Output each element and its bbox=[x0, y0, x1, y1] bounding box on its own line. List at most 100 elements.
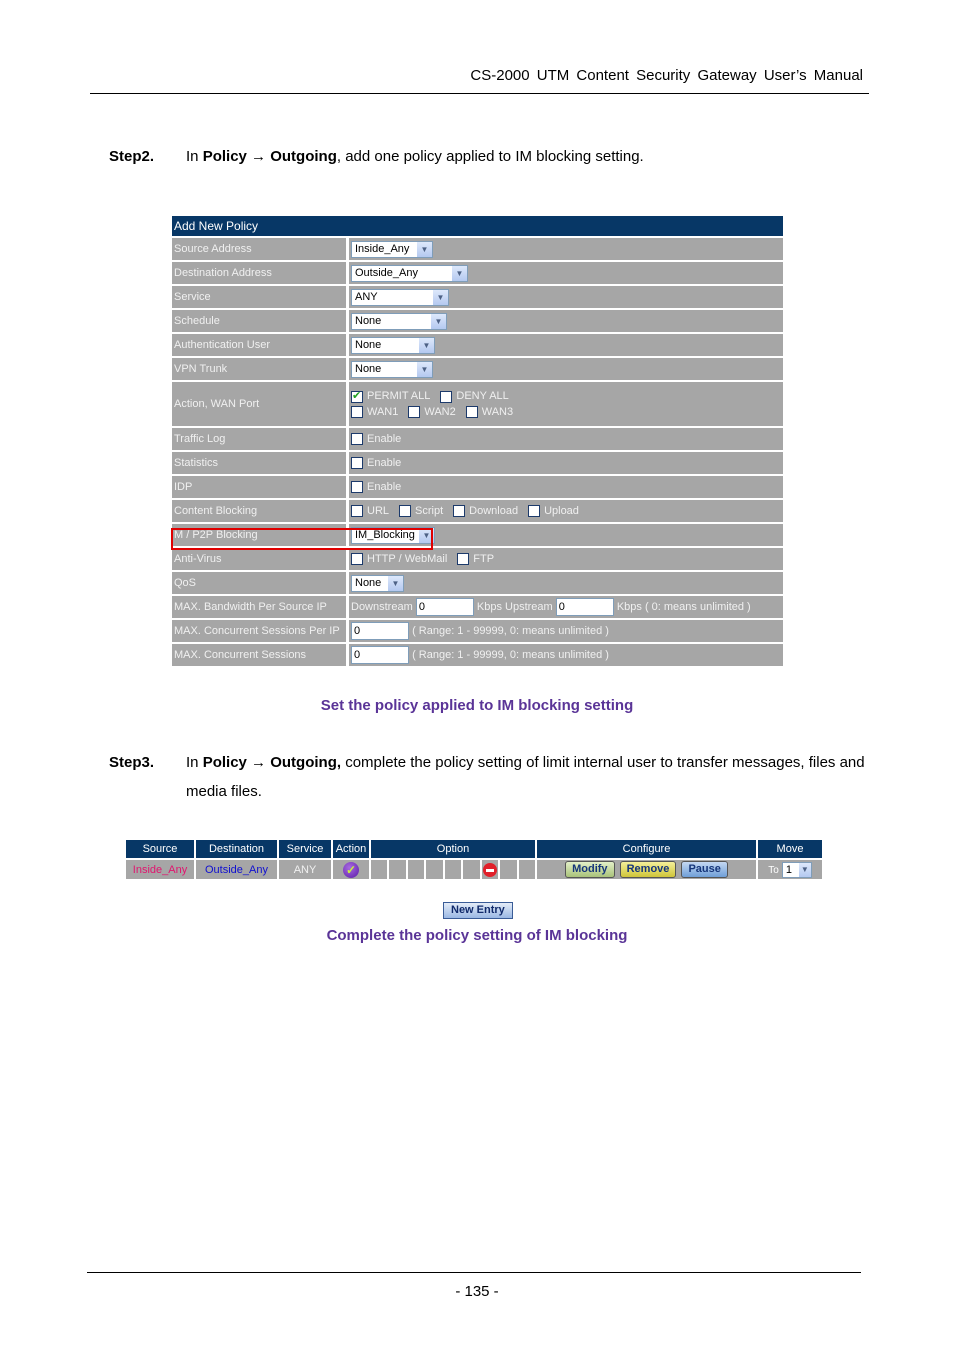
row-schedule: Schedule None ▼ bbox=[172, 310, 783, 332]
upload-checkbox[interactable] bbox=[528, 505, 541, 518]
label: Action, WAN Port bbox=[172, 382, 349, 426]
step3-path: Policy → Outgoing, bbox=[202, 754, 342, 771]
schedule-select[interactable]: None ▼ bbox=[351, 312, 447, 330]
label: Traffic Log bbox=[172, 428, 349, 450]
step2-path: Policy → Outgoing bbox=[202, 148, 337, 165]
wan1-checkbox[interactable] bbox=[351, 405, 363, 418]
script-checkbox[interactable] bbox=[399, 505, 412, 518]
step2-prefix: In bbox=[186, 148, 203, 165]
chevron-down-icon: ▼ bbox=[417, 361, 432, 377]
row-service: ANY bbox=[279, 860, 331, 879]
step2-text: In Policy → Outgoing, add one policy app… bbox=[186, 142, 866, 171]
auth-user-select[interactable]: None ▼ bbox=[351, 336, 435, 354]
modify-button[interactable]: Modify bbox=[565, 861, 615, 878]
deny-all-checkbox[interactable] bbox=[440, 390, 453, 403]
enable-label: Enable bbox=[367, 432, 402, 445]
label: Destination Address bbox=[172, 262, 349, 284]
select-value: Inside_Any bbox=[355, 243, 410, 255]
destination-address-select[interactable]: Outside_Any ▼ bbox=[351, 264, 468, 282]
service-select[interactable]: ANY ▼ bbox=[351, 288, 449, 306]
chevron-down-icon: ▼ bbox=[433, 289, 448, 305]
row-source-address: Source Address Inside_Any ▼ bbox=[172, 238, 783, 260]
downstream-input[interactable]: 0 bbox=[415, 598, 474, 616]
manual-title: CS-2000 UTM Content Security Gateway Use… bbox=[470, 67, 863, 84]
policy-list-table: Source Destination Service Action Option… bbox=[124, 838, 824, 881]
row-service: Service ANY ▼ bbox=[172, 286, 783, 308]
col-service: Service bbox=[279, 840, 331, 858]
select-value: Outside_Any bbox=[355, 267, 418, 279]
footer-divider bbox=[87, 1272, 861, 1273]
label: IDP bbox=[172, 476, 349, 498]
step3-text: In Policy → Outgoing, complete the polic… bbox=[186, 748, 866, 806]
step3-label: Step3. bbox=[109, 754, 155, 771]
wan2-checkbox[interactable] bbox=[408, 405, 421, 418]
row-idp: IDP Enable bbox=[172, 476, 783, 498]
http-webmail-checkbox[interactable] bbox=[351, 553, 363, 566]
figure-caption-1: Set the policy applied to IM blocking se… bbox=[320, 697, 634, 714]
url-label: URL bbox=[367, 504, 390, 517]
max-sessions-input[interactable]: 0 bbox=[351, 646, 409, 664]
select-value: None bbox=[355, 577, 382, 589]
qos-select[interactable]: None ▼ bbox=[351, 574, 404, 592]
select-value: ANY bbox=[355, 291, 378, 303]
url-checkbox[interactable] bbox=[351, 505, 363, 518]
row-option bbox=[371, 860, 535, 879]
page-number: - 135 - bbox=[455, 1283, 499, 1300]
downstream-label: Downstream bbox=[351, 600, 413, 613]
upload-label: Upload bbox=[544, 504, 579, 517]
row-configure: Modify Remove Pause bbox=[537, 860, 756, 879]
vpn-trunk-select[interactable]: None ▼ bbox=[351, 360, 433, 378]
add-new-policy-form: Add New Policy Source Address Inside_Any… bbox=[172, 214, 783, 668]
label: Anti-Virus bbox=[172, 548, 349, 570]
label: VPN Trunk bbox=[172, 358, 349, 380]
row-action: ✓ bbox=[333, 860, 369, 879]
header-divider bbox=[90, 93, 869, 94]
label: Source Address bbox=[172, 238, 349, 260]
move-select[interactable]: 1 ▼ bbox=[781, 861, 812, 878]
ftp-label: FTP bbox=[473, 552, 495, 565]
move-to-label: To bbox=[768, 864, 779, 876]
chevron-down-icon: ▼ bbox=[431, 313, 446, 329]
deny-all-label: DENY ALL bbox=[456, 390, 509, 403]
range-note: ( Range: 1 - 99999, 0: means unlimited ) bbox=[412, 648, 609, 661]
row-vpn-trunk: VPN Trunk None ▼ bbox=[172, 358, 783, 380]
label: Schedule bbox=[172, 310, 349, 332]
highlight-box bbox=[171, 528, 433, 550]
source-address-select[interactable]: Inside_Any ▼ bbox=[351, 240, 433, 258]
row-statistics: Statistics Enable bbox=[172, 452, 783, 474]
ftp-checkbox[interactable] bbox=[457, 553, 470, 566]
row-source: Inside_Any bbox=[126, 860, 194, 879]
permit-check-icon: ✓ bbox=[343, 861, 359, 878]
col-source: Source bbox=[126, 840, 194, 858]
table-header: Source Destination Service Action Option… bbox=[126, 840, 822, 858]
figure-caption-2: Complete the policy setting of IM blocki… bbox=[326, 927, 628, 944]
row-anti-virus: Anti-Virus HTTP / WebMail FTP bbox=[172, 548, 783, 570]
row-action: Action, WAN Port PERMIT ALL DENY ALL WAN1… bbox=[172, 382, 783, 426]
enable-label: Enable bbox=[367, 480, 402, 493]
permit-all-checkbox[interactable] bbox=[351, 389, 363, 403]
row-max-bandwidth: MAX. Bandwidth Per Source IP Downstream … bbox=[172, 596, 783, 618]
col-option: Option bbox=[371, 840, 535, 858]
label: Authentication User bbox=[172, 334, 349, 356]
pause-button[interactable]: Pause bbox=[681, 861, 728, 878]
label: Statistics bbox=[172, 452, 349, 474]
chevron-down-icon: ▼ bbox=[419, 337, 434, 353]
col-destination: Destination bbox=[196, 840, 277, 858]
remove-button[interactable]: Remove bbox=[619, 861, 677, 878]
step3-prefix: In bbox=[186, 754, 203, 771]
col-configure: Configure bbox=[537, 840, 756, 858]
upstream-input[interactable]: 0 bbox=[555, 598, 614, 616]
step2-label: Step2. bbox=[109, 148, 155, 165]
statistics-checkbox[interactable] bbox=[351, 457, 363, 470]
enable-label: Enable bbox=[367, 456, 402, 469]
idp-checkbox[interactable] bbox=[351, 481, 363, 494]
wan2-label: WAN2 bbox=[424, 405, 456, 418]
download-checkbox[interactable] bbox=[453, 505, 466, 518]
new-entry-button[interactable]: New Entry bbox=[443, 902, 513, 919]
traffic-log-checkbox[interactable] bbox=[351, 433, 363, 446]
wan3-checkbox[interactable] bbox=[465, 405, 478, 418]
row-destination: Outside_Any bbox=[196, 860, 277, 879]
max-sessions-per-ip-input[interactable]: 0 bbox=[351, 622, 409, 640]
download-label: Download bbox=[469, 504, 519, 517]
label: MAX. Concurrent Sessions Per IP bbox=[172, 620, 349, 642]
